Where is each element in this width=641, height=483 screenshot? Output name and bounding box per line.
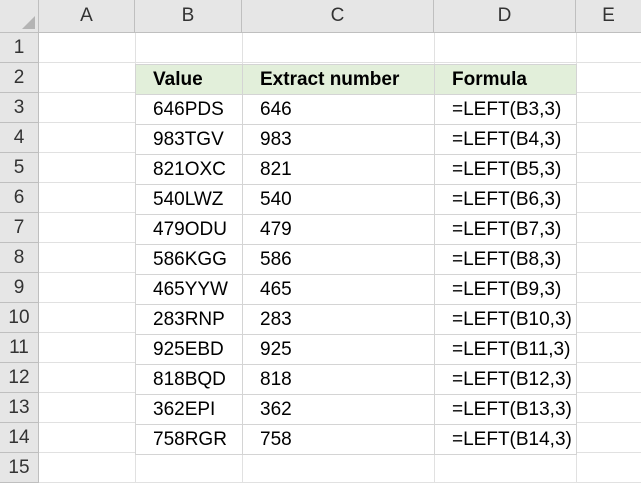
value-cell[interactable]: 646PDS xyxy=(135,94,243,125)
extract-number-cell[interactable]: 646 xyxy=(242,94,435,125)
value-cell[interactable]: 758RGR xyxy=(135,424,243,455)
column-header-e[interactable]: E xyxy=(576,0,641,33)
table-row: 283RNP 283 =LEFT(B10,3) xyxy=(135,304,577,335)
column-header-b[interactable]: B xyxy=(135,0,242,33)
data-table: Value Extract number Formula 646PDS 646 =L… xyxy=(135,64,577,455)
row-header-1[interactable]: 1 xyxy=(0,33,39,63)
formula-cell[interactable]: =LEFT(B12,3) xyxy=(434,364,577,395)
row-header-3[interactable]: 3 xyxy=(0,93,39,123)
formula-cell[interactable]: =LEFT(B14,3) xyxy=(434,424,577,455)
value-cell[interactable]: 983TGV xyxy=(135,124,243,155)
value-cell[interactable]: 586KGG xyxy=(135,244,243,275)
table-row: 818BQD 818 =LEFT(B12,3) xyxy=(135,364,577,395)
extract-number-cell[interactable]: 818 xyxy=(242,364,435,395)
row-header-14[interactable]: 14 xyxy=(0,423,39,453)
value-cell[interactable]: 283RNP xyxy=(135,304,243,335)
table-row: 646PDS 646 =LEFT(B3,3) xyxy=(135,94,577,125)
formula-cell[interactable]: =LEFT(B6,3) xyxy=(434,184,577,215)
column-header-a[interactable]: A xyxy=(39,0,135,33)
formula-cell[interactable]: =LEFT(B11,3) xyxy=(434,334,577,365)
formula-cell[interactable]: =LEFT(B13,3) xyxy=(434,394,577,425)
formula-cell[interactable]: =LEFT(B5,3) xyxy=(434,154,577,185)
value-cell[interactable]: 362EPI xyxy=(135,394,243,425)
row-header-9[interactable]: 9 xyxy=(0,273,39,303)
select-all-triangle-icon xyxy=(22,16,35,29)
row-header-2[interactable]: 2 xyxy=(0,63,39,93)
row-header-4[interactable]: 4 xyxy=(0,123,39,153)
extract-number-cell[interactable]: 283 xyxy=(242,304,435,335)
table-row: 586KGG 586 =LEFT(B8,3) xyxy=(135,244,577,275)
header-cell-formula[interactable]: Formula xyxy=(434,64,577,95)
value-cell[interactable]: 821OXC xyxy=(135,154,243,185)
row-header-11[interactable]: 11 xyxy=(0,333,39,363)
table-row: 758RGR 758 =LEFT(B14,3) xyxy=(135,424,577,455)
header-cell-extract-number[interactable]: Extract number xyxy=(242,64,435,95)
row-header-7[interactable]: 7 xyxy=(0,213,39,243)
extract-number-cell[interactable]: 925 xyxy=(242,334,435,365)
value-cell[interactable]: 818BQD xyxy=(135,364,243,395)
row-header-15[interactable]: 15 xyxy=(0,453,39,483)
table-row: 925EBD 925 =LEFT(B11,3) xyxy=(135,334,577,365)
extract-number-cell[interactable]: 821 xyxy=(242,154,435,185)
formula-cell[interactable]: =LEFT(B8,3) xyxy=(434,244,577,275)
extract-number-cell[interactable]: 758 xyxy=(242,424,435,455)
table-row: 540LWZ 540 =LEFT(B6,3) xyxy=(135,184,577,215)
select-all-button[interactable] xyxy=(0,0,39,33)
extract-number-cell[interactable]: 465 xyxy=(242,274,435,305)
table-row: 465YYW 465 =LEFT(B9,3) xyxy=(135,274,577,305)
row-header-13[interactable]: 13 xyxy=(0,393,39,423)
row-header-6[interactable]: 6 xyxy=(0,183,39,213)
row-header-12[interactable]: 12 xyxy=(0,363,39,393)
formula-cell[interactable]: =LEFT(B9,3) xyxy=(434,274,577,305)
row-header-10[interactable]: 10 xyxy=(0,303,39,333)
header-cell-value[interactable]: Value xyxy=(135,64,243,95)
table-row: 983TGV 983 =LEFT(B4,3) xyxy=(135,124,577,155)
extract-number-cell[interactable]: 362 xyxy=(242,394,435,425)
extract-number-cell[interactable]: 586 xyxy=(242,244,435,275)
formula-cell[interactable]: =LEFT(B3,3) xyxy=(434,94,577,125)
value-cell[interactable]: 479ODU xyxy=(135,214,243,245)
table-header-row: Value Extract number Formula xyxy=(135,64,577,95)
extract-number-cell[interactable]: 479 xyxy=(242,214,435,245)
column-header-c[interactable]: C xyxy=(242,0,434,33)
row-header-8[interactable]: 8 xyxy=(0,243,39,273)
extract-number-cell[interactable]: 540 xyxy=(242,184,435,215)
value-cell[interactable]: 465YYW xyxy=(135,274,243,305)
formula-cell[interactable]: =LEFT(B7,3) xyxy=(434,214,577,245)
row-header-5[interactable]: 5 xyxy=(0,153,39,183)
table-row: 479ODU 479 =LEFT(B7,3) xyxy=(135,214,577,245)
gridline-horizontal xyxy=(39,62,641,63)
column-header-d[interactable]: D xyxy=(434,0,576,33)
formula-cell[interactable]: =LEFT(B4,3) xyxy=(434,124,577,155)
value-cell[interactable]: 540LWZ xyxy=(135,184,243,215)
formula-cell[interactable]: =LEFT(B10,3) xyxy=(434,304,577,335)
table-row: 362EPI 362 =LEFT(B13,3) xyxy=(135,394,577,425)
extract-number-cell[interactable]: 983 xyxy=(242,124,435,155)
table-row: 821OXC 821 =LEFT(B5,3) xyxy=(135,154,577,185)
value-cell[interactable]: 925EBD xyxy=(135,334,243,365)
